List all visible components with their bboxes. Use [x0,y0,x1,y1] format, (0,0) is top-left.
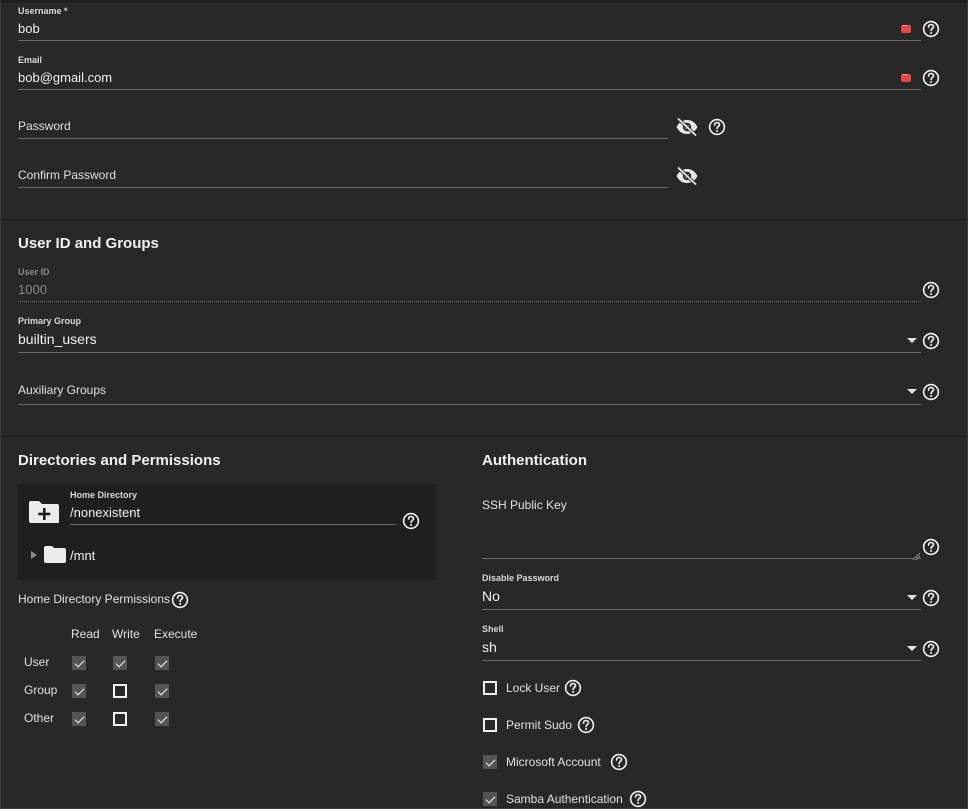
section-title-user-id-groups: User ID and Groups [18,235,159,252]
help-circle-icon[interactable] [171,591,189,609]
home-directory-label: Home Directory [70,490,138,500]
help-circle-icon[interactable] [922,589,940,607]
email-input[interactable]: bob@gmail.com [18,70,112,85]
help-circle-icon[interactable] [564,679,582,697]
password-manager-icon[interactable] [901,70,911,82]
checkbox-samba-authentication[interactable] [483,792,497,806]
help-circle-icon[interactable] [922,281,940,299]
help-circle-icon[interactable] [402,512,420,530]
eye-off-icon[interactable] [675,117,699,137]
help-circle-icon[interactable] [922,332,940,350]
microsoft-account-label: Microsoft Account [506,755,601,769]
shell-underline [482,660,921,661]
section-divider [0,436,968,437]
permission-column-write: Write [112,627,140,641]
checkbox-user-read[interactable] [72,656,86,670]
permit-sudo-label: Permit Sudo [506,718,573,732]
username-input[interactable]: bob [18,21,40,36]
checkbox-permit-sudo[interactable] [483,718,497,732]
checkbox-microsoft-account[interactable] [483,755,497,769]
shell-label: Shell [482,624,504,634]
caret-down-icon[interactable] [907,646,917,651]
home-directory-input[interactable]: /nonexistent [70,505,140,520]
tree-node-mnt[interactable]: /mnt [70,548,95,563]
home-directory-underline [70,524,396,525]
ssh-public-key-input[interactable]: SSH Public Key [482,498,567,512]
primary-group-underline [18,352,921,353]
user-id-input: 1000 [18,282,47,297]
password-input[interactable]: Password [18,119,71,133]
help-circle-icon[interactable] [708,118,726,136]
checkbox-user-write[interactable] [113,656,127,670]
password-underline [18,138,668,139]
shell-select[interactable]: sh [482,639,497,655]
triangle-right-icon[interactable] [31,551,37,559]
user-id-underline [18,301,921,302]
caret-down-icon[interactable] [907,389,917,394]
help-circle-icon[interactable] [922,640,940,658]
checkbox-other-execute[interactable] [155,712,169,726]
home-directory-permissions-label: Home Directory Permissions [18,592,171,606]
help-circle-icon[interactable] [577,716,595,734]
permission-column-execute: Execute [154,627,198,641]
email-underline [18,89,921,90]
user-id-label: User ID [18,267,50,277]
eye-off-icon[interactable] [675,166,699,186]
checkbox-lock-user[interactable] [483,681,497,695]
email-label: Email [18,55,43,65]
checkbox-group-write[interactable] [113,684,127,698]
primary-group-select[interactable]: builtin_users [18,331,97,347]
permission-row-user: User [24,655,50,669]
disable-password-label: Disable Password [482,573,560,583]
checkbox-group-read[interactable] [72,684,86,698]
section-divider [0,219,968,220]
section-title-directories: Directories and Permissions [18,452,221,469]
folder-plus-icon[interactable] [28,500,60,524]
caret-down-icon[interactable] [907,338,917,343]
permission-row-group: Group [24,683,58,697]
folder-icon[interactable] [44,546,66,563]
help-circle-icon[interactable] [922,538,940,556]
help-circle-icon[interactable] [629,790,647,808]
caret-down-icon[interactable] [907,595,917,600]
username-label: Username * [18,6,68,16]
help-circle-icon[interactable] [922,69,940,87]
checkbox-other-write[interactable] [113,712,127,726]
primary-group-label: Primary Group [18,316,82,326]
confirm-password-underline [18,187,668,188]
auxiliary-groups-underline [18,404,921,405]
checkbox-user-execute[interactable] [155,656,169,670]
auxiliary-groups-select[interactable]: Auxiliary Groups [18,383,106,397]
help-circle-icon[interactable] [610,753,628,771]
samba-authentication-label: Samba Authentication [506,792,623,806]
help-circle-icon[interactable] [922,20,940,38]
checkbox-group-execute[interactable] [155,684,169,698]
section-title-authentication: Authentication [482,452,587,469]
lock-user-label: Lock User [506,681,561,695]
disable-password-underline [482,609,921,610]
textarea-resize-handle[interactable] [912,547,921,561]
directory-explorer: Home Directory /nonexistent /mnt [18,484,436,580]
username-underline [18,40,921,41]
confirm-password-input[interactable]: Confirm Password [18,168,116,182]
help-circle-icon[interactable] [922,383,940,401]
checkbox-other-read[interactable] [72,712,86,726]
password-manager-icon[interactable] [901,21,911,33]
ssh-key-underline [482,558,921,559]
disable-password-select[interactable]: No [482,588,500,604]
permission-row-other: Other [24,711,55,725]
permission-column-read: Read [71,627,100,641]
